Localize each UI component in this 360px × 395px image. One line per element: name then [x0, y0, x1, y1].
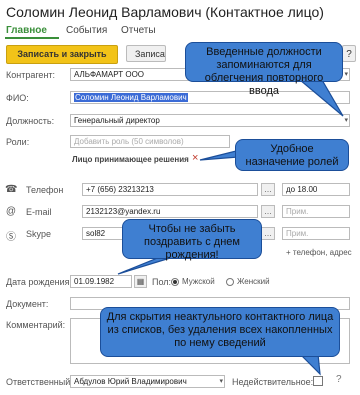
callout-inactive: Для скрытия неактульного контактного лиц… — [100, 307, 340, 357]
callout-positions: Введенные должности запоминаются для обл… — [185, 42, 343, 97]
callout-birthday: Чтобы не забыть поздравить с днем рожден… — [122, 219, 262, 261]
callout-roles: Удобное назначение ролей — [235, 139, 349, 171]
